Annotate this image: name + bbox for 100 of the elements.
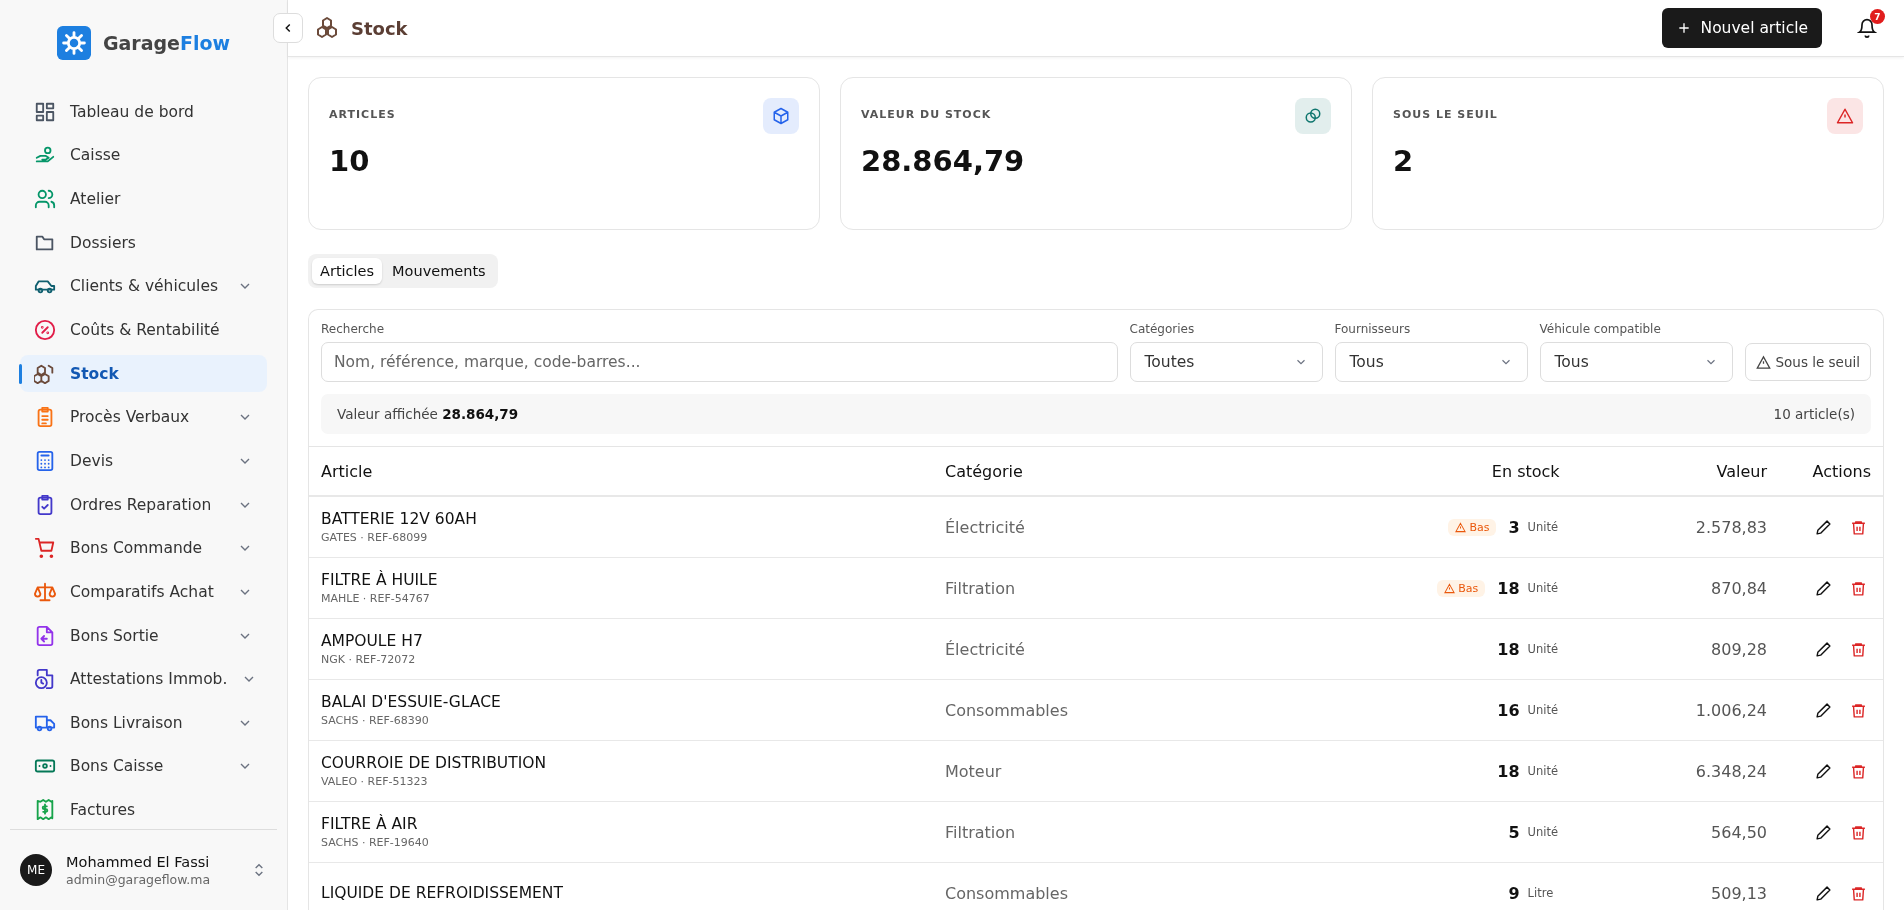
delete-icon[interactable] (1850, 884, 1867, 902)
article-name: FILTRE À AIR (321, 815, 419, 833)
article-name: BATTERIE 12V 60AH (321, 510, 478, 528)
sidebar-item[interactable]: Coûts & Rentabilité (20, 311, 267, 349)
warning-icon (1755, 354, 1771, 370)
article-name: BALAI D'ESSUIE-GLACE (321, 693, 502, 711)
field-label: Véhicule compatible (1539, 322, 1662, 336)
column-header: Article (309, 446, 933, 496)
category-cell: Moteur (945, 761, 1002, 781)
sidebar-item[interactable]: Bons Caisse (20, 747, 267, 786)
edit-icon[interactable] (1815, 518, 1832, 536)
column-header: En stock (1253, 446, 1572, 496)
sidebar-item[interactable]: Bons Commande (20, 529, 267, 568)
delete-icon[interactable] (1850, 762, 1867, 780)
low-stock-badge: Bas (1437, 579, 1486, 597)
stat-label: SOUS LE SEUIL (1393, 108, 1498, 121)
stat-value: 10 (329, 144, 371, 178)
value-cell: 1.006,24 (1695, 700, 1767, 720)
avatar: ME (20, 854, 52, 886)
category-cell: Filtration (945, 578, 1016, 598)
sidebar-item[interactable]: Clients & véhicules (20, 267, 267, 306)
field-label: Fournisseurs (1334, 322, 1412, 336)
edit-icon[interactable] (1815, 701, 1832, 719)
sidebar-item[interactable]: Attestations Immob. (20, 660, 267, 698)
quantity: 18 (1497, 639, 1520, 659)
sidebar-item[interactable]: Bons Livraison (20, 703, 267, 742)
article-name: LIQUIDE DE REFROIDISSEMENT (321, 884, 564, 902)
category-cell: Filtration (945, 822, 1016, 842)
low-stock-badge: Bas (1448, 518, 1497, 536)
dropdown[interactable]: Toutes (1129, 342, 1323, 382)
bell-icon[interactable] (1857, 18, 1877, 38)
stat-label: VALEUR DU STOCK (861, 108, 992, 121)
value-cell: 2.578,83 (1695, 517, 1767, 537)
user-name: Mohammed El Fassi (66, 853, 211, 870)
edit-icon[interactable] (1815, 884, 1832, 902)
delete-icon[interactable] (1850, 823, 1867, 841)
app-name: GarageFlow (102, 32, 231, 54)
article-reference: SACHS · REF-68390 (321, 714, 430, 727)
sidebar-item[interactable]: Atelier (20, 180, 267, 218)
quantity: 18 (1497, 578, 1520, 598)
notification-count: 7 (1870, 9, 1885, 24)
delete-icon[interactable] (1850, 640, 1867, 658)
boxes-icon (315, 16, 339, 40)
unit: Unité (1527, 581, 1560, 595)
unit: Litre (1527, 886, 1555, 900)
stat-value: 28.864,79 (861, 144, 1026, 178)
value-cell: 809,28 (1711, 639, 1767, 659)
sidebar-item[interactable]: Devis (20, 442, 267, 480)
column-header: Valeur (1571, 446, 1779, 496)
delete-icon[interactable] (1850, 518, 1867, 536)
sidebar-item[interactable]: Dossiers (20, 223, 267, 262)
value-cell: 6.348,24 (1695, 761, 1767, 781)
search-field[interactable]: Nom, référence, marque, code-barres... (321, 342, 1118, 382)
article-reference: SACHS · REF-19640 (321, 836, 430, 849)
article-name: AMPOULE H7 (321, 632, 424, 650)
sidebar-item[interactable]: Factures (20, 791, 267, 829)
displayed-value: Valeur affichée 28.864,79 (337, 406, 519, 422)
quantity: 3 (1508, 517, 1520, 537)
user-menu[interactable]: ME Mohammed El Fassi admin@garageflow.ma (10, 829, 277, 910)
below-threshold-button[interactable]: Sous le seuil (1744, 343, 1871, 381)
quantity: 16 (1497, 700, 1520, 720)
user-email: admin@garageflow.ma (66, 871, 212, 887)
stat-value: 2 (1393, 144, 1415, 178)
sidebar-item[interactable]: Comparatifs Achat (20, 573, 267, 611)
dropdown[interactable]: Tous (1334, 342, 1528, 382)
delete-icon[interactable] (1850, 701, 1867, 719)
tab[interactable]: Mouvements (384, 258, 494, 284)
article-name: COURROIE DE DISTRIBUTION (321, 754, 548, 772)
delete-icon[interactable] (1850, 579, 1867, 597)
page-title: Stock (351, 17, 408, 39)
field-label: Catégories (1129, 322, 1196, 336)
tab[interactable]: Articles (312, 258, 383, 284)
unit: Unité (1527, 703, 1560, 717)
category-cell: Consommables (945, 700, 1068, 720)
sidebar-item[interactable]: Tableau de bord (20, 93, 267, 131)
category-cell: Consommables (945, 883, 1068, 903)
stat-label: ARTICLES (329, 108, 396, 121)
category-cell: Électricité (945, 517, 1025, 537)
dropdown[interactable]: Tous (1539, 342, 1733, 382)
sidebar-item[interactable]: Ordres Reparation (20, 485, 267, 524)
sidebar-item[interactable]: Bons Sortie (20, 616, 267, 655)
gear-icon (56, 26, 91, 60)
edit-icon[interactable] (1815, 579, 1832, 597)
edit-icon[interactable] (1815, 640, 1832, 658)
sidebar-item[interactable]: Caisse (20, 136, 267, 175)
edit-icon[interactable] (1815, 823, 1832, 841)
sidebar-item[interactable]: Stock (20, 354, 267, 393)
quantity: 18 (1497, 761, 1520, 781)
unit: Unité (1527, 764, 1560, 778)
article-reference: MAHLE · REF-54767 (321, 592, 431, 605)
new-article-button[interactable]: Nouvel article (1661, 8, 1822, 48)
unit: Unité (1527, 825, 1560, 839)
edit-icon[interactable] (1815, 762, 1832, 780)
article-reference: GATES · REF-68099 (321, 531, 429, 544)
field-label: Recherche (321, 322, 386, 336)
quantity: 5 (1508, 822, 1520, 842)
sidebar-item[interactable]: Procès Verbaux (20, 398, 267, 437)
article-name: FILTRE À HUILE (321, 571, 439, 589)
category-cell: Électricité (945, 639, 1025, 659)
article-reference: VALEO · REF-51323 (321, 775, 429, 788)
